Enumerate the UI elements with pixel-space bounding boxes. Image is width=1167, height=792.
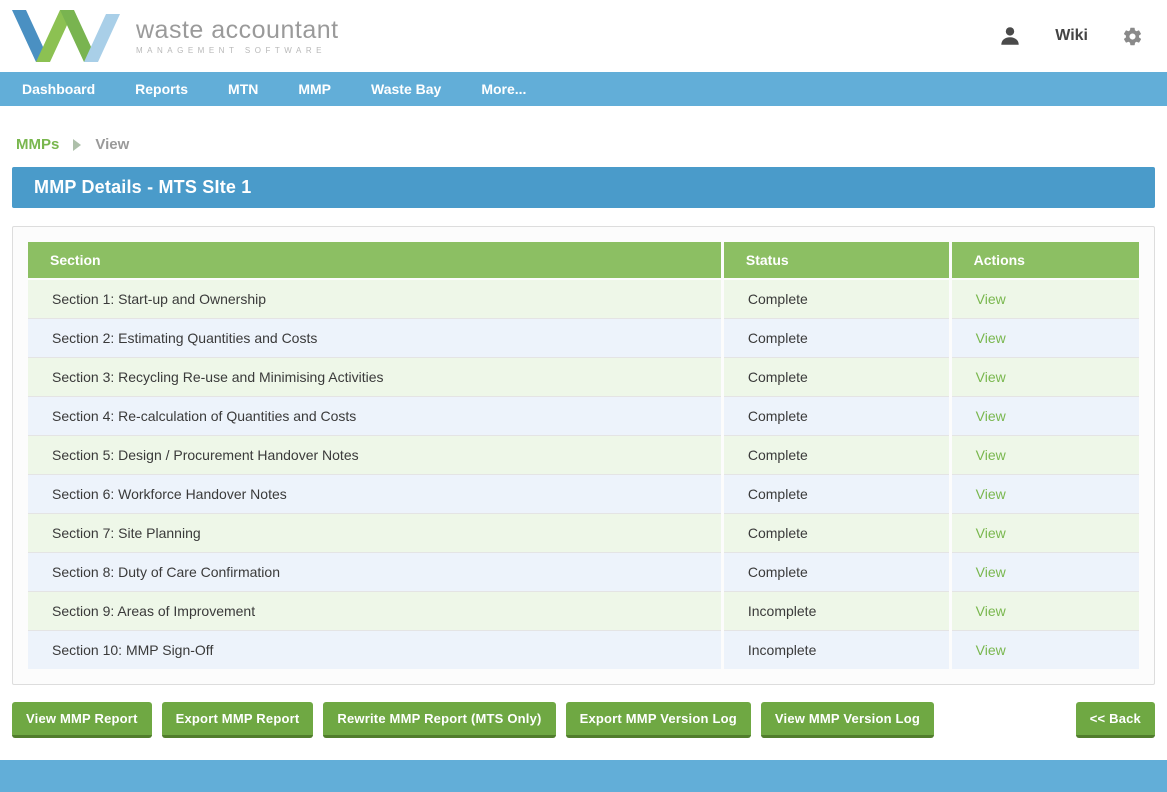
column-header-status: Status [722, 242, 950, 279]
nav-item-waste-bay[interactable]: Waste Bay [351, 72, 461, 106]
actions-cell: View [950, 279, 1139, 319]
table-row: Section 2: Estimating Quantities and Cos… [28, 319, 1139, 358]
status-cell: Complete [722, 475, 950, 514]
nav-item-mtn[interactable]: MTN [208, 72, 278, 106]
view-link[interactable]: View [976, 408, 1006, 424]
column-header-section: Section [28, 242, 722, 279]
section-cell: Section 3: Recycling Re-use and Minimisi… [28, 358, 722, 397]
status-cell: Incomplete [722, 631, 950, 670]
nav-item-mmp[interactable]: MMP [278, 72, 351, 106]
view-link[interactable]: View [976, 291, 1006, 307]
nav-item-more[interactable]: More... [461, 72, 546, 106]
view-link[interactable]: View [976, 486, 1006, 502]
nav-item-reports[interactable]: Reports [115, 72, 208, 106]
page-title: MMP Details - MTS SIte 1 [34, 177, 252, 198]
export-mmp-report-button[interactable]: Export MMP Report [162, 702, 314, 738]
view-link[interactable]: View [976, 525, 1006, 541]
table-header-row: Section Status Actions [28, 242, 1139, 279]
view-link[interactable]: View [976, 330, 1006, 346]
section-cell: Section 7: Site Planning [28, 514, 722, 553]
section-cell: Section 4: Re-calculation of Quantities … [28, 397, 722, 436]
page: waste accountant MANAGEMENT SOFTWARE Wik… [0, 0, 1167, 792]
status-cell: Incomplete [722, 592, 950, 631]
actions-cell: View [950, 358, 1139, 397]
section-cell: Section 9: Areas of Improvement [28, 592, 722, 631]
breadcrumb-mmps[interactable]: MMPs [16, 136, 59, 153]
section-cell: Section 10: MMP Sign-Off [28, 631, 722, 670]
wiki-link[interactable]: Wiki [1055, 27, 1088, 45]
brand[interactable]: waste accountant MANAGEMENT SOFTWARE [10, 8, 339, 64]
section-cell: Section 8: Duty of Care Confirmation [28, 553, 722, 592]
actions-cell: View [950, 553, 1139, 592]
nav-item-dashboard[interactable]: Dashboard [2, 72, 115, 106]
page-title-bar: MMP Details - MTS SIte 1 [12, 167, 1155, 208]
rewrite-mmp-report-button[interactable]: Rewrite MMP Report (MTS Only) [323, 702, 555, 738]
view-link[interactable]: View [976, 642, 1006, 658]
action-button-row: View MMP Report Export MMP Report Rewrit… [12, 702, 1155, 738]
actions-cell: View [950, 436, 1139, 475]
table-row: Section 1: Start-up and Ownership Comple… [28, 279, 1139, 319]
table-card: Section Status Actions Section 1: Start-… [12, 226, 1155, 685]
brand-tagline: MANAGEMENT SOFTWARE [136, 46, 339, 55]
table-row: Section 6: Workforce Handover Notes Comp… [28, 475, 1139, 514]
section-cell: Section 6: Workforce Handover Notes [28, 475, 722, 514]
breadcrumb: MMPs View [16, 136, 1151, 153]
actions-cell: View [950, 475, 1139, 514]
brand-logo-icon [10, 8, 122, 64]
table-row: Section 9: Areas of Improvement Incomple… [28, 592, 1139, 631]
sections-table: Section Status Actions Section 1: Start-… [28, 242, 1139, 669]
view-mmp-version-log-button[interactable]: View MMP Version Log [761, 702, 934, 738]
table-row: Section 5: Design / Procurement Handover… [28, 436, 1139, 475]
status-cell: Complete [722, 358, 950, 397]
status-cell: Complete [722, 553, 950, 592]
brand-text: waste accountant MANAGEMENT SOFTWARE [136, 17, 339, 55]
section-cell: Section 5: Design / Procurement Handover… [28, 436, 722, 475]
app-footer [0, 760, 1167, 792]
status-cell: Complete [722, 514, 950, 553]
actions-cell: View [950, 631, 1139, 670]
actions-cell: View [950, 514, 1139, 553]
main-nav: Dashboard Reports MTN MMP Waste Bay More… [0, 72, 1167, 106]
action-button-group: View MMP Report Export MMP Report Rewrit… [12, 702, 934, 738]
actions-cell: View [950, 319, 1139, 358]
view-link[interactable]: View [976, 447, 1006, 463]
user-icon[interactable] [999, 25, 1021, 47]
back-button[interactable]: << Back [1076, 702, 1155, 738]
status-cell: Complete [722, 279, 950, 319]
breadcrumb-view: View [95, 136, 129, 153]
column-header-actions: Actions [950, 242, 1139, 279]
brand-name: waste accountant [136, 17, 339, 43]
app-header: waste accountant MANAGEMENT SOFTWARE Wik… [0, 0, 1167, 72]
view-link[interactable]: View [976, 369, 1006, 385]
section-cell: Section 1: Start-up and Ownership [28, 279, 722, 319]
content: MMPs View MMP Details - MTS SIte 1 Secti… [0, 106, 1167, 685]
actions-cell: View [950, 592, 1139, 631]
view-link[interactable]: View [976, 603, 1006, 619]
header-right: Wiki [999, 25, 1143, 47]
table-row: Section 8: Duty of Care Confirmation Com… [28, 553, 1139, 592]
table-row: Section 10: MMP Sign-Off Incomplete View [28, 631, 1139, 670]
section-cell: Section 2: Estimating Quantities and Cos… [28, 319, 722, 358]
table-row: Section 7: Site Planning Complete View [28, 514, 1139, 553]
status-cell: Complete [722, 397, 950, 436]
gear-icon[interactable] [1122, 26, 1143, 47]
view-mmp-report-button[interactable]: View MMP Report [12, 702, 152, 738]
status-cell: Complete [722, 319, 950, 358]
table-row: Section 3: Recycling Re-use and Minimisi… [28, 358, 1139, 397]
status-cell: Complete [722, 436, 950, 475]
table-row: Section 4: Re-calculation of Quantities … [28, 397, 1139, 436]
breadcrumb-arrow-icon [73, 139, 81, 151]
actions-cell: View [950, 397, 1139, 436]
view-link[interactable]: View [976, 564, 1006, 580]
export-mmp-version-log-button[interactable]: Export MMP Version Log [566, 702, 751, 738]
